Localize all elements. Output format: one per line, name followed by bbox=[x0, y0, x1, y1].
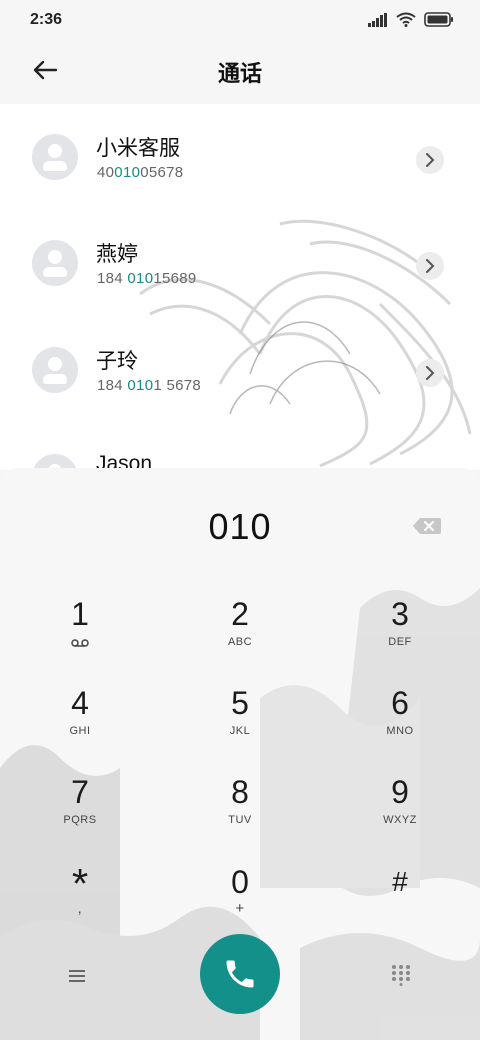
avatar bbox=[32, 134, 78, 180]
avatar bbox=[32, 240, 78, 286]
contact-number: 184 0101 5678 bbox=[97, 377, 202, 394]
contact-name: 燕婷 bbox=[96, 243, 138, 266]
key-digit: 1 bbox=[71, 596, 89, 632]
voicemail-icon bbox=[71, 639, 89, 647]
key-letters: TUV bbox=[228, 814, 252, 826]
key-letters: WXYZ bbox=[383, 814, 417, 826]
signal-icon bbox=[368, 12, 387, 27]
key-star[interactable]: * , bbox=[20, 860, 140, 944]
chevron-right-icon bbox=[426, 153, 435, 167]
key-1[interactable]: 1 bbox=[20, 596, 140, 676]
contact-detail-button[interactable] bbox=[416, 252, 444, 280]
contact-suggestions: 小米客服 4001005678 燕婷 184 01015689 子玲 184 0… bbox=[0, 104, 480, 470]
contact-item[interactable]: 子玲 184 0101 5678 bbox=[0, 337, 480, 417]
key-0[interactable]: 0 + bbox=[180, 864, 300, 944]
dialer-panel: 010 1 2 ABC 3 DEF 4 GHI 5 JKL 6 MNO 7 PQ… bbox=[0, 468, 480, 1040]
key-2[interactable]: 2 ABC bbox=[180, 596, 300, 676]
contact-name: 小米客服 bbox=[96, 137, 180, 160]
key-5[interactable]: 5 JKL bbox=[180, 685, 300, 765]
battery-icon bbox=[424, 12, 453, 27]
keypad-icon[interactable] bbox=[390, 964, 412, 986]
contact-number: 4001005678 bbox=[97, 164, 184, 181]
contact-detail-button[interactable] bbox=[416, 146, 444, 174]
contact-detail-button[interactable] bbox=[416, 359, 444, 387]
avatar bbox=[32, 347, 78, 393]
key-digit: 8 bbox=[231, 774, 249, 810]
backspace-icon[interactable] bbox=[412, 516, 442, 536]
key-digit: 5 bbox=[231, 685, 249, 721]
key-letters: PQRS bbox=[63, 814, 97, 826]
key-4[interactable]: 4 GHI bbox=[20, 685, 140, 765]
status-icons bbox=[368, 12, 454, 27]
app-header: 通话 bbox=[0, 42, 480, 104]
contact-number: 184 01015689 bbox=[97, 270, 197, 287]
key-9[interactable]: 9 WXYZ bbox=[340, 774, 460, 854]
key-letters: , bbox=[77, 900, 83, 916]
call-button[interactable] bbox=[200, 934, 280, 1014]
contact-name: 子玲 bbox=[96, 350, 138, 373]
chevron-right-icon bbox=[426, 366, 435, 380]
status-time: 2:36 bbox=[30, 11, 63, 28]
key-6[interactable]: 6 MNO bbox=[340, 685, 460, 765]
wifi-icon bbox=[396, 12, 416, 27]
key-digit: 6 bbox=[391, 685, 409, 721]
key-letters: DEF bbox=[388, 636, 412, 648]
key-digit: 3 bbox=[391, 596, 409, 632]
key-letters: GHI bbox=[69, 725, 91, 737]
contact-item[interactable]: 小米客服 4001005678 bbox=[0, 124, 480, 204]
key-letters: ABC bbox=[227, 636, 253, 648]
contact-item[interactable]: 燕婷 184 01015689 bbox=[0, 230, 480, 310]
key-digit: * bbox=[71, 860, 89, 907]
contact-item[interactable]: Jason bbox=[0, 444, 480, 470]
key-digit: 0 bbox=[231, 864, 249, 900]
key-hash[interactable]: # bbox=[340, 864, 460, 944]
key-letters: + bbox=[235, 900, 245, 917]
key-digit: 9 bbox=[391, 774, 409, 810]
key-digit: 2 bbox=[231, 596, 249, 632]
key-7[interactable]: 7 PQRS bbox=[20, 774, 140, 854]
chevron-right-icon bbox=[426, 259, 435, 273]
key-digit: 7 bbox=[71, 774, 89, 810]
key-digit: 4 bbox=[71, 685, 89, 721]
key-8[interactable]: 8 TUV bbox=[180, 774, 300, 854]
page-title: 通话 bbox=[217, 61, 262, 86]
phone-icon bbox=[226, 960, 254, 988]
menu-icon[interactable] bbox=[66, 966, 90, 986]
key-letters: JKL bbox=[229, 725, 251, 737]
key-digit: # bbox=[392, 866, 408, 897]
key-letters: MNO bbox=[386, 725, 414, 737]
status-bar: 2:36 bbox=[0, 0, 480, 42]
dial-input[interactable]: 010 bbox=[0, 506, 480, 548]
key-3[interactable]: 3 DEF bbox=[340, 596, 460, 676]
